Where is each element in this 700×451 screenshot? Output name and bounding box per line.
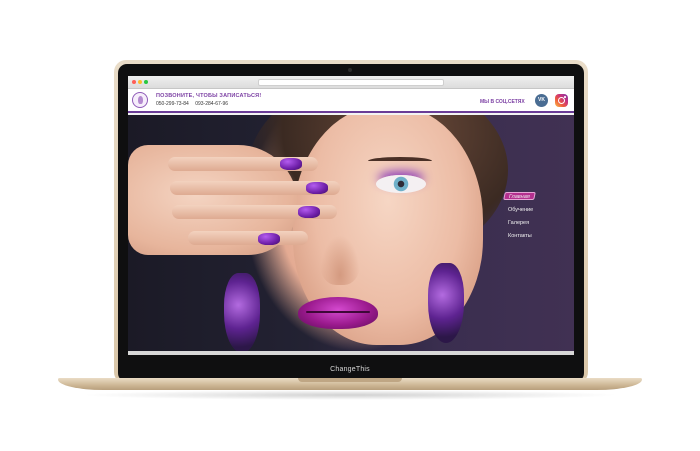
instagram-icon[interactable]	[555, 94, 568, 107]
nav-item-gallery[interactable]: Галерея	[504, 217, 574, 230]
hero-lips	[298, 297, 378, 329]
browser-toolbar	[128, 76, 574, 89]
nav-item-home[interactable]: Главная	[503, 192, 536, 200]
maximize-window-button[interactable]	[144, 80, 148, 84]
address-bar[interactable]	[258, 79, 444, 86]
site-header: ПОЗВОНИТЕ, ЧТОБЫ ЗАПИСАТЬСЯ! 050-299-73-…	[128, 89, 574, 113]
hero-nail	[258, 233, 280, 245]
camera-icon	[348, 68, 352, 72]
phone-number-2[interactable]: 093-284-67-96	[195, 101, 228, 107]
hero-eyebrow	[368, 157, 432, 165]
logo-icon[interactable]	[132, 92, 148, 108]
hero-eye	[376, 175, 426, 193]
hero-nail	[298, 206, 320, 218]
hero-earring-right	[428, 263, 464, 343]
vk-icon[interactable]: VK	[535, 94, 548, 107]
hero-nail	[306, 182, 328, 194]
phone-numbers: 050-299-73-84 093-284-67-96	[156, 101, 233, 107]
call-to-book-title: ПОЗВОНИТЕ, ЧТОБЫ ЗАПИСАТЬСЯ!	[156, 93, 262, 99]
main-nav: Главная Обучение Галерея Контакты	[503, 185, 574, 243]
laptop-screen: ПОЗВОНИТЕ, ЧТОБЫ ЗАПИСАТЬСЯ! 050-299-73-…	[128, 76, 574, 355]
brand-label: ChangeThis	[330, 366, 370, 373]
screen-bottom-strip	[128, 351, 574, 355]
social-title: МЫ В СОЦ.СЕТЯХ	[480, 99, 525, 105]
laptop-shadow	[80, 390, 620, 400]
hero-nose	[320, 235, 360, 285]
minimize-window-button[interactable]	[138, 80, 142, 84]
phone-number-1[interactable]: 050-299-73-84	[156, 101, 189, 107]
hero-image: Главная Обучение Галерея Контакты	[128, 115, 574, 351]
laptop-notch	[298, 378, 402, 382]
hero-earring-left	[224, 273, 260, 351]
nav-item-contacts[interactable]: Контакты	[504, 230, 574, 243]
close-window-button[interactable]	[132, 80, 136, 84]
nav-item-training[interactable]: Обучение	[504, 204, 574, 217]
hero-nail	[280, 158, 302, 170]
hero-finger	[188, 231, 308, 245]
